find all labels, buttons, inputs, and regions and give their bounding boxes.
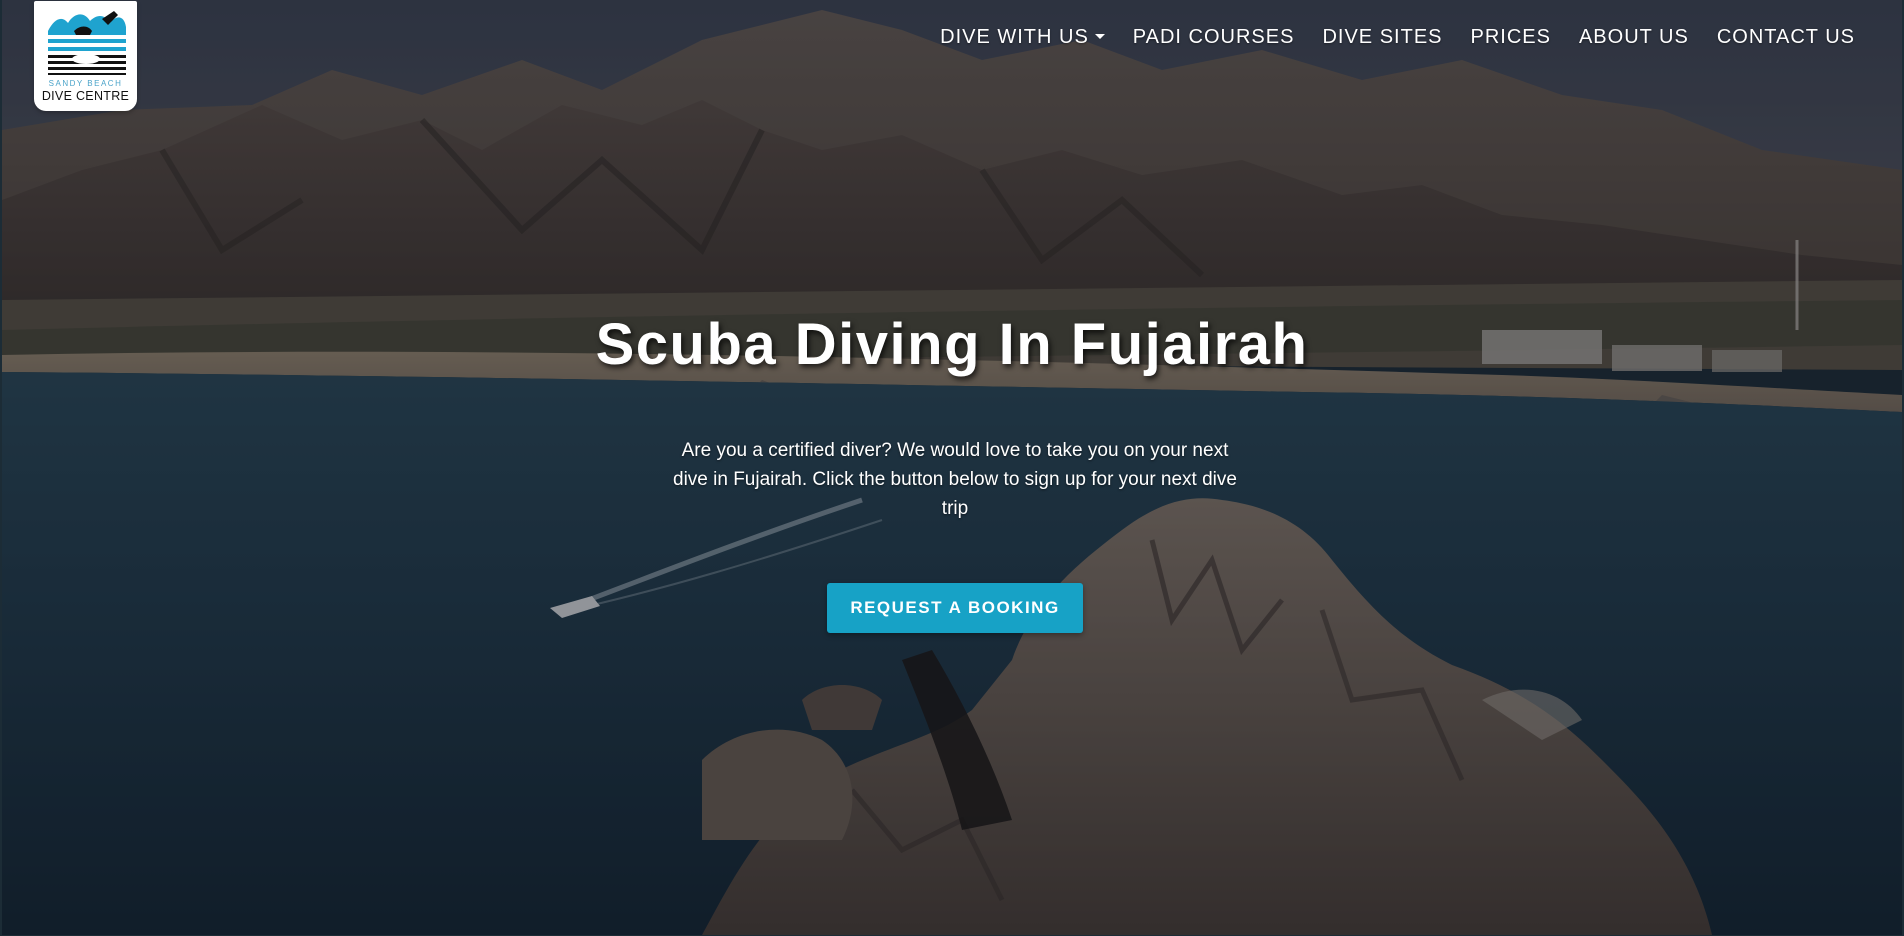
hero-description: Are you a certified diver? We would love… (673, 440, 1237, 519)
nav-item-label: PRICES (1470, 26, 1551, 48)
logo[interactable]: SANDY BEACH DIVE CENTRE (34, 1, 137, 111)
nav-item-label: DIVE WITH US (940, 26, 1089, 48)
nav-item-label: ABOUT US (1578, 26, 1689, 48)
request-booking-button[interactable]: REQUEST A BOOKING (827, 583, 1083, 633)
main-navigation: DIVE WITH US PADI COURSES DIVE SITES PRI… (926, 26, 1855, 49)
nav-item-prices[interactable]: PRICES (1457, 26, 1565, 49)
logo-subtitle: SANDY BEACH (48, 79, 123, 88)
nav-item-about-us[interactable]: ABOUT US (1565, 26, 1703, 49)
nav-item-label: DIVE SITES (1322, 26, 1443, 48)
nav-item-label: PADI COURSES (1132, 26, 1295, 48)
nav-item-contact-us[interactable]: CONTACT US (1703, 26, 1855, 49)
hero-title: Scuba Diving In Fujairah (595, 312, 1309, 377)
nav-item-dive-sites[interactable]: DIVE SITES (1308, 26, 1456, 49)
nav-item-dive-with-us[interactable]: DIVE WITH US (926, 26, 1119, 49)
nav-item-padi-courses[interactable]: PADI COURSES (1119, 26, 1309, 49)
logo-title: DIVE CENTRE (41, 89, 130, 103)
nav-item-label: CONTACT US (1716, 26, 1855, 48)
caret-down-icon (1094, 34, 1105, 39)
hero-section: SANDY BEACH DIVE CENTRE DIVE WITH US PAD… (0, 0, 1904, 936)
